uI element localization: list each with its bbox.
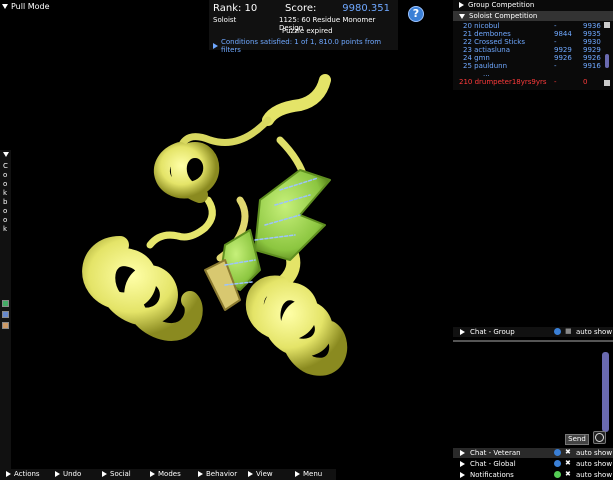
status-icon[interactable] [554,471,561,478]
leaderboard-row[interactable]: 22 Crossed Sticks -9930 [453,38,603,46]
chevron-right-icon [198,471,203,477]
backbone-loop [146,196,216,249]
clock-icon [595,433,604,442]
send-button[interactable]: Send [565,434,589,445]
info-icon[interactable] [554,449,561,456]
menu-actions[interactable]: Actions [6,470,40,478]
chevron-right-icon [248,471,253,477]
chevron-right-icon [213,43,218,49]
help-button[interactable]: ? [408,6,424,22]
backbone-loop [262,74,331,126]
chevron-down-icon [3,152,9,157]
leaderboard-row[interactable]: 21 dembones 9844 9935 [453,30,603,38]
chevron-down-icon [459,13,465,19]
cookbook-panel[interactable]: Cookbook [0,150,11,470]
chevron-right-icon [460,329,465,335]
leaderboard-scrollbar[interactable] [603,22,611,86]
pull-mode-label: Pull Mode [11,2,50,11]
close-icon[interactable]: ✖ [565,459,571,467]
chevron-right-icon [55,471,60,477]
leaderboard-row[interactable]: 25 pauldunn -9916 [453,62,603,70]
scroll-thumb[interactable] [605,54,609,68]
score-value: 9980.351 [342,3,390,14]
chevron-down-icon [2,4,8,9]
chevron-right-icon [150,471,155,477]
chat-global-header[interactable]: Chat - Global ✖ auto show [453,459,613,469]
chevron-right-icon [102,471,107,477]
recipe-icon[interactable] [2,322,9,329]
helix-right [245,275,348,376]
soloist-competition-header[interactable]: Soloist Competition [453,11,613,21]
clock-button[interactable] [593,431,606,444]
close-icon[interactable]: ✖ [565,448,571,456]
menu-view[interactable]: View [248,470,273,478]
group-competition-header[interactable]: Group Competition [453,0,613,10]
beta-sheet [254,169,331,261]
chat-veteran-header[interactable]: Chat - Veteran ✖ auto show [453,448,613,458]
menu-menu[interactable]: Menu [295,470,322,478]
conditions-toggle[interactable]: Conditions satisfied: 1 of 1, 810.0 poin… [213,38,398,54]
menu-behavior[interactable]: Behavior [198,470,237,478]
info-icon[interactable] [554,328,561,335]
notifications-header[interactable]: Notifications ✖ auto show [453,470,613,480]
bottom-menu-bar: Actions Undo Social Modes Behavior View … [0,469,336,480]
scroll-down-arrow[interactable] [604,80,610,86]
protein-viewport[interactable] [0,0,450,469]
score-label: Score: [285,3,317,14]
leaderboard-row[interactable]: 20 nicobul -9936 [453,22,603,30]
chevron-right-icon [460,461,465,467]
menu-undo[interactable]: Undo [55,470,81,478]
rank-text: Rank: 10 [213,3,258,14]
chat-scrollbar[interactable] [602,352,609,432]
recipe-icon[interactable] [2,311,9,318]
play-mode: Soloist [213,16,237,24]
menu-modes[interactable]: Modes [150,470,181,478]
competition-panel: Group Competition Soloist Competition 20… [453,0,613,90]
leaderboard-ellipsis: ... [483,70,490,78]
recipe-icon[interactable] [2,300,9,307]
chevron-right-icon [459,2,464,8]
conditions-text: Conditions satisfied: 1 of 1, 810.0 poin… [221,38,382,54]
leaderboard-list[interactable]: 20 nicobul -9936 21 dembones 9844 9935 22 C… [453,22,603,86]
chevron-right-icon [460,450,465,456]
info-icon[interactable] [554,460,561,467]
leaderboard-row-self[interactable]: 210 drumpeter18yrs9yrs -0 [453,78,603,86]
chat-message-area[interactable]: Send [453,340,613,448]
chevron-right-icon [295,471,300,477]
helix-top [153,142,220,203]
leaderboard-row[interactable]: 23 actiasluna 9929 9929 [453,46,603,54]
chevron-right-icon [460,472,465,478]
scroll-up-arrow[interactable] [604,22,610,28]
lock-icon[interactable]: ■ [565,327,572,335]
cookbook-label: Cookbook [3,162,8,233]
chat-group-header[interactable]: Chat - Group ■ auto show [453,327,613,337]
chevron-right-icon [6,471,11,477]
close-icon[interactable]: ✖ [565,470,571,478]
puzzle-status: Puzzle expired [282,27,333,35]
menu-social[interactable]: Social [102,470,131,478]
score-panel: Rank: 10 Score: 9980.351 Soloist 1125: 6… [209,0,398,54]
helix-left [82,236,203,341]
leaderboard-row[interactable]: 24 gmn 9926 9926 [453,54,603,62]
pull-mode-toggle[interactable]: Pull Mode [2,2,50,11]
